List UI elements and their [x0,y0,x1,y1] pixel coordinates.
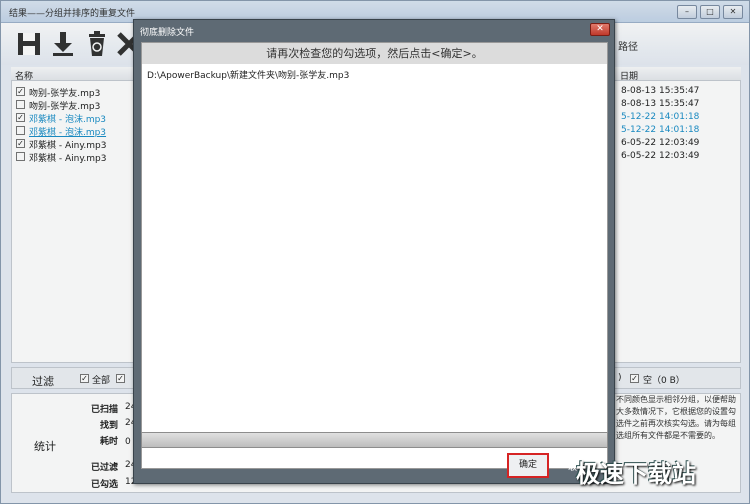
progress-bar [141,432,608,448]
dialog-title: 彻底删除文件 [140,28,195,38]
ok-button[interactable]: 确定 [507,453,549,478]
dialog-panel: 请再次检查您的勾选项，然后点击<确定>。 D:\ApowerBackup\新建文… [141,42,608,469]
watermark-logo: 极速下载站 [576,460,696,488]
dialog-message: 请再次检查您的勾选项，然后点击<确定>。 [142,43,607,64]
file-path-item: D:\ApowerBackup\新建文件夹\吻别-张学友.mp3 [147,71,350,81]
delete-dialog: 彻底删除文件 ✕ 请再次检查您的勾选项，然后点击<确定>。 D:\ApowerB… [133,19,615,484]
dialog-close-button[interactable]: ✕ [590,23,610,36]
